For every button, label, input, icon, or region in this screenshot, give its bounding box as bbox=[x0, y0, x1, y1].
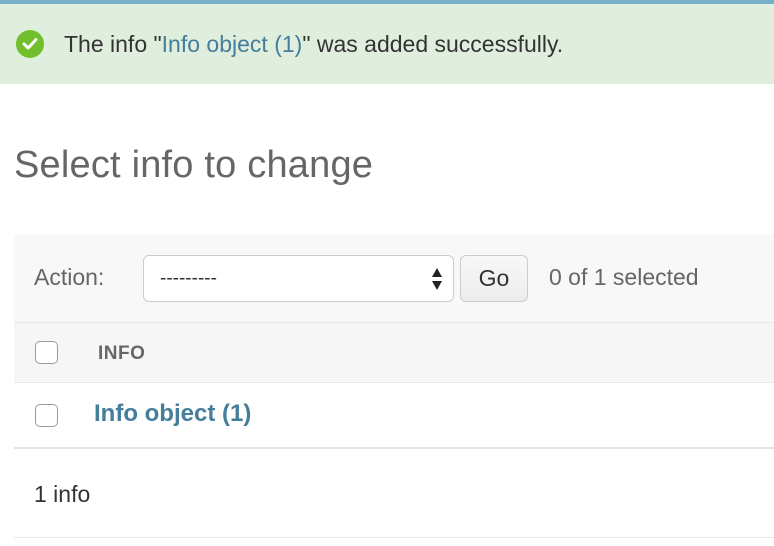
added-object-link[interactable]: Info object (1) bbox=[162, 31, 303, 57]
table-row: Info object (1) bbox=[14, 383, 774, 449]
column-header-info[interactable]: INFO bbox=[98, 343, 145, 365]
success-message-text: The info "Info object (1)" was added suc… bbox=[64, 31, 563, 58]
paginator: 1 info bbox=[14, 451, 774, 538]
message-prefix: The info " bbox=[64, 30, 162, 57]
page-title: Select info to change bbox=[14, 144, 374, 186]
action-label: Action: bbox=[34, 264, 105, 290]
action-select[interactable]: --------- bbox=[143, 255, 454, 302]
success-check-icon bbox=[16, 30, 44, 58]
actions-bar: Action: --------- Go 0 of 1 selected bbox=[14, 234, 774, 322]
result-count: 1 info bbox=[34, 481, 91, 507]
go-button[interactable]: Go bbox=[460, 255, 528, 302]
action-select-value: --------- bbox=[160, 268, 217, 289]
message-suffix: " was added successfully. bbox=[302, 30, 564, 57]
success-message: The info "Info object (1)" was added suc… bbox=[0, 4, 774, 84]
selection-counter: 0 of 1 selected bbox=[549, 264, 699, 290]
row-checkbox[interactable] bbox=[35, 404, 58, 427]
select-arrows-icon bbox=[432, 268, 442, 290]
select-all-checkbox[interactable] bbox=[35, 341, 58, 364]
results-table-header: INFO bbox=[14, 322, 774, 383]
row-object-link[interactable]: Info object (1) bbox=[94, 400, 251, 428]
